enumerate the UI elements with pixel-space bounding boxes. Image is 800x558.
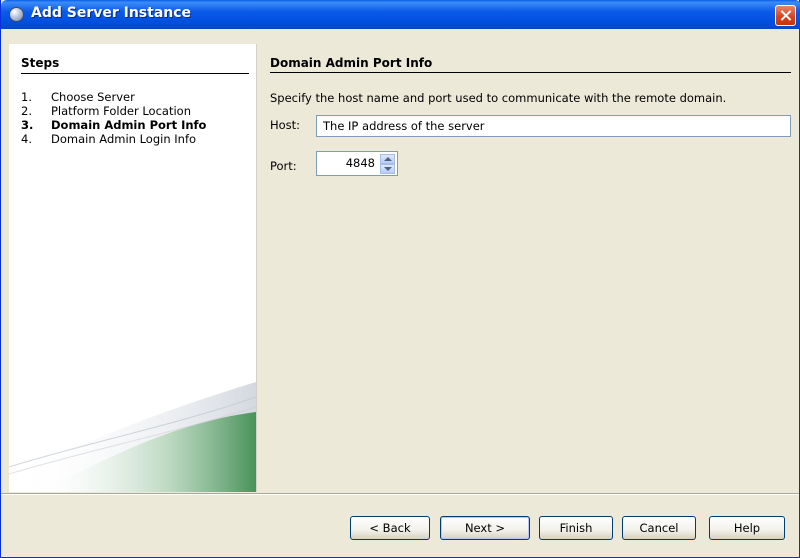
step-item-current: 3. Domain Admin Port Info <box>21 118 206 132</box>
finish-button[interactable]: Finish <box>539 516 613 540</box>
step-number: 1. <box>21 90 32 104</box>
host-input[interactable]: The IP address of the server <box>316 115 791 137</box>
steps-divider <box>21 73 249 74</box>
panel-divider <box>256 44 257 492</box>
panel-heading: Domain Admin Port Info <box>270 56 433 70</box>
step-label: Domain Admin Login Info <box>51 132 197 146</box>
server-app-icon <box>9 7 24 22</box>
step-number: 2. <box>21 104 32 118</box>
window-title: Add Server Instance <box>31 5 192 21</box>
steps-list: 1. Choose Server 2. Platform Folder Loca… <box>21 90 206 146</box>
sidebar-decoration <box>9 382 256 492</box>
cancel-button[interactable]: Cancel <box>622 516 696 540</box>
port-value[interactable]: 4848 <box>346 156 375 170</box>
host-label: Host: <box>270 118 301 132</box>
step-item: 2. Platform Folder Location <box>21 104 206 118</box>
step-item: 4. Domain Admin Login Info <box>21 132 206 146</box>
step-label: Domain Admin Port Info <box>51 118 207 132</box>
back-button[interactable]: < Back <box>350 516 430 540</box>
help-button[interactable]: Help <box>709 516 785 540</box>
port-spinner[interactable]: 4848 <box>316 151 398 176</box>
next-button[interactable]: Next > <box>440 516 530 540</box>
step-label: Platform Folder Location <box>51 104 191 118</box>
step-item: 1. Choose Server <box>21 90 206 104</box>
steps-panel: Steps 1. Choose Server 2. Platform Folde… <box>9 44 256 492</box>
footer-divider-highlight <box>1 494 799 495</box>
step-number: 3. <box>21 118 34 132</box>
spin-up-arrow-icon[interactable] <box>380 154 395 164</box>
step-label: Choose Server <box>51 90 135 104</box>
add-server-instance-dialog: Add Server Instance Steps 1. Choose Serv… <box>0 0 800 558</box>
steps-heading: Steps <box>21 56 60 70</box>
step-number: 4. <box>21 132 32 146</box>
instructions-text: Specify the host name and port used to c… <box>270 91 727 105</box>
close-button[interactable] <box>775 5 796 26</box>
port-label: Port: <box>270 159 297 173</box>
spin-down-arrow-icon[interactable] <box>380 164 395 174</box>
title-bar[interactable]: Add Server Instance <box>1 0 800 29</box>
panel-heading-divider <box>270 72 791 73</box>
